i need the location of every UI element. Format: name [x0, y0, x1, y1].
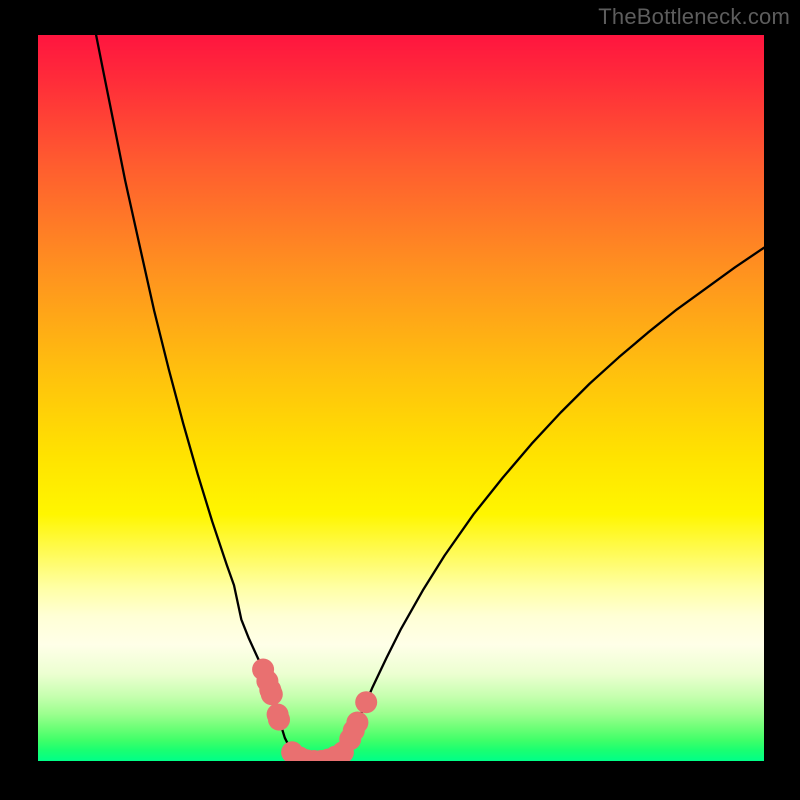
bottleneck-curve	[96, 35, 764, 761]
chart-frame: TheBottleneck.com	[0, 0, 800, 800]
chart-svg	[38, 35, 764, 761]
curve-marker	[355, 691, 377, 713]
watermark-text: TheBottleneck.com	[598, 4, 790, 30]
curve-marker	[261, 683, 283, 705]
curve-marker	[346, 712, 368, 734]
plot-area	[38, 35, 764, 761]
curve-markers	[252, 659, 377, 762]
curve-path	[96, 35, 764, 761]
curve-marker	[268, 709, 290, 731]
